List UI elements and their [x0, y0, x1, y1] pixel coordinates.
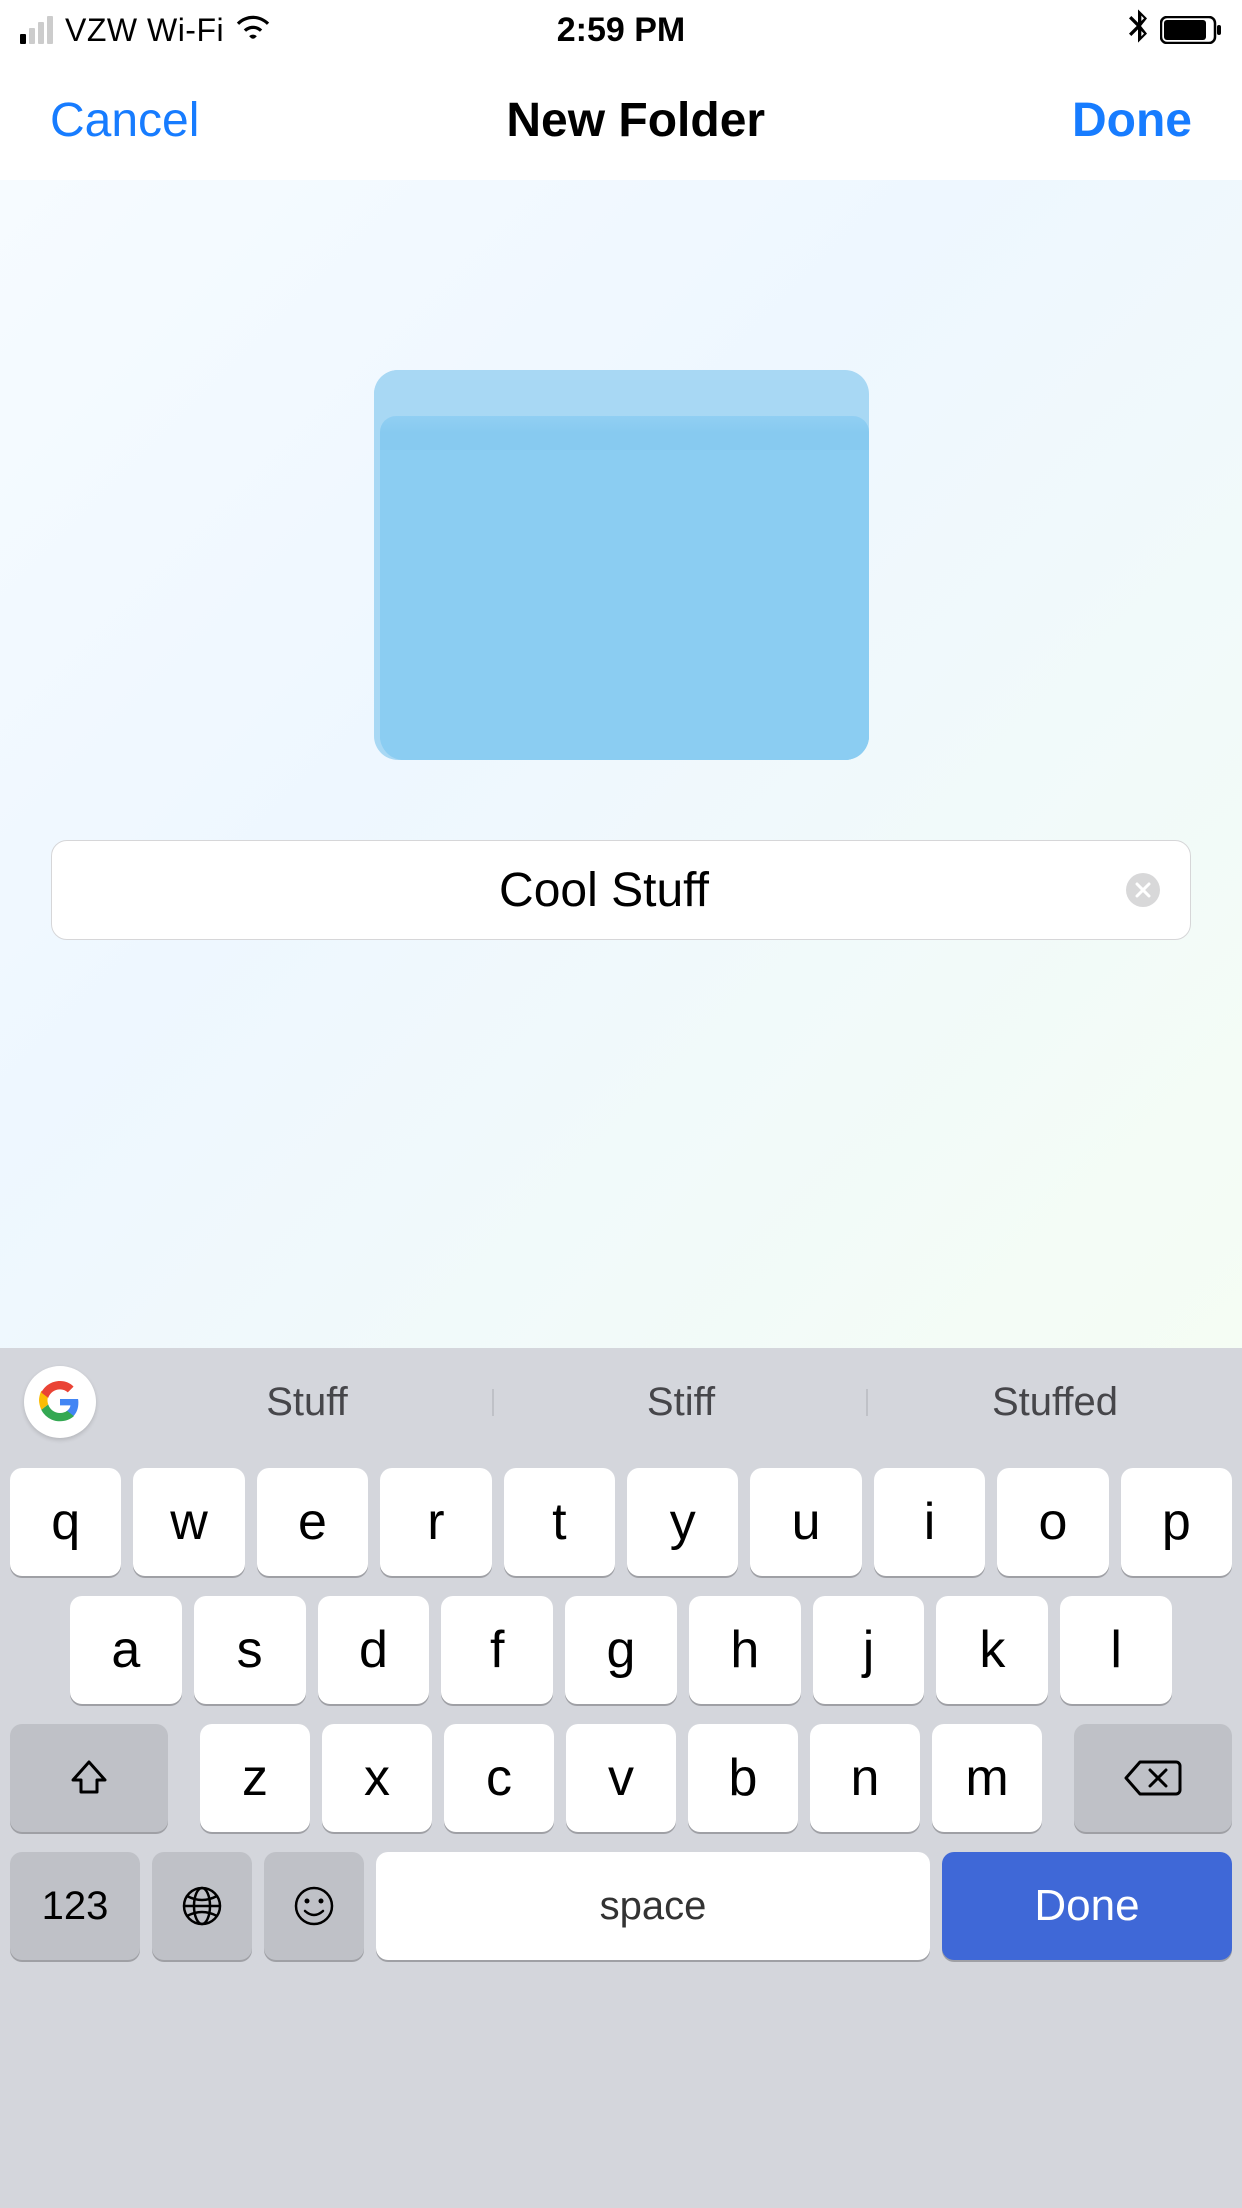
key-m[interactable]: m	[932, 1724, 1042, 1832]
key-q[interactable]: q	[10, 1468, 121, 1576]
globe-key[interactable]	[152, 1852, 252, 1960]
status-time: 2:59 PM	[557, 11, 686, 50]
key-g[interactable]: g	[565, 1596, 677, 1704]
key-s[interactable]: s	[194, 1596, 306, 1704]
keyboard-done-key[interactable]: Done	[942, 1852, 1232, 1960]
battery-icon	[1160, 16, 1222, 44]
numeric-key[interactable]: 123	[10, 1852, 140, 1960]
key-r[interactable]: r	[380, 1468, 491, 1576]
shift-key[interactable]	[10, 1724, 168, 1832]
key-f[interactable]: f	[441, 1596, 553, 1704]
space-key[interactable]: space	[376, 1852, 930, 1960]
google-search-button[interactable]	[24, 1366, 96, 1438]
carrier-label: VZW Wi-Fi	[65, 12, 224, 49]
key-v[interactable]: v	[566, 1724, 676, 1832]
key-x[interactable]: x	[322, 1724, 432, 1832]
suggestion-2[interactable]: Stuffed	[868, 1380, 1242, 1425]
folder-name-input[interactable]	[82, 863, 1126, 918]
emoji-key[interactable]	[264, 1852, 364, 1960]
content-area	[0, 180, 1242, 1348]
key-e[interactable]: e	[257, 1468, 368, 1576]
key-p[interactable]: p	[1121, 1468, 1232, 1576]
key-d[interactable]: d	[318, 1596, 430, 1704]
key-z[interactable]: z	[200, 1724, 310, 1832]
folder-name-field[interactable]	[51, 840, 1191, 940]
done-button[interactable]: Done	[1072, 93, 1192, 148]
cancel-button[interactable]: Cancel	[50, 93, 199, 148]
nav-bar: Cancel New Folder Done	[0, 60, 1242, 180]
bluetooth-icon	[1128, 9, 1148, 52]
suggestion-0[interactable]: Stuff	[120, 1380, 494, 1425]
key-a[interactable]: a	[70, 1596, 182, 1704]
key-w[interactable]: w	[133, 1468, 244, 1576]
key-n[interactable]: n	[810, 1724, 920, 1832]
key-k[interactable]: k	[936, 1596, 1048, 1704]
key-l[interactable]: l	[1060, 1596, 1172, 1704]
key-h[interactable]: h	[689, 1596, 801, 1704]
suggestion-1[interactable]: Stiff	[494, 1380, 868, 1425]
wifi-icon	[236, 13, 270, 47]
key-b[interactable]: b	[688, 1724, 798, 1832]
page-title: New Folder	[506, 93, 765, 148]
backspace-key[interactable]	[1074, 1724, 1232, 1832]
status-bar: VZW Wi-Fi 2:59 PM	[0, 0, 1242, 60]
folder-icon	[374, 370, 869, 760]
key-i[interactable]: i	[874, 1468, 985, 1576]
clear-input-button[interactable]	[1126, 873, 1160, 907]
key-c[interactable]: c	[444, 1724, 554, 1832]
keyboard: StuffStiffStuffed qwertyuiop asdfghjkl z…	[0, 1348, 1242, 2208]
key-u[interactable]: u	[750, 1468, 861, 1576]
key-o[interactable]: o	[997, 1468, 1108, 1576]
cellular-signal-icon	[20, 16, 53, 44]
key-j[interactable]: j	[813, 1596, 925, 1704]
key-t[interactable]: t	[504, 1468, 615, 1576]
key-y[interactable]: y	[627, 1468, 738, 1576]
